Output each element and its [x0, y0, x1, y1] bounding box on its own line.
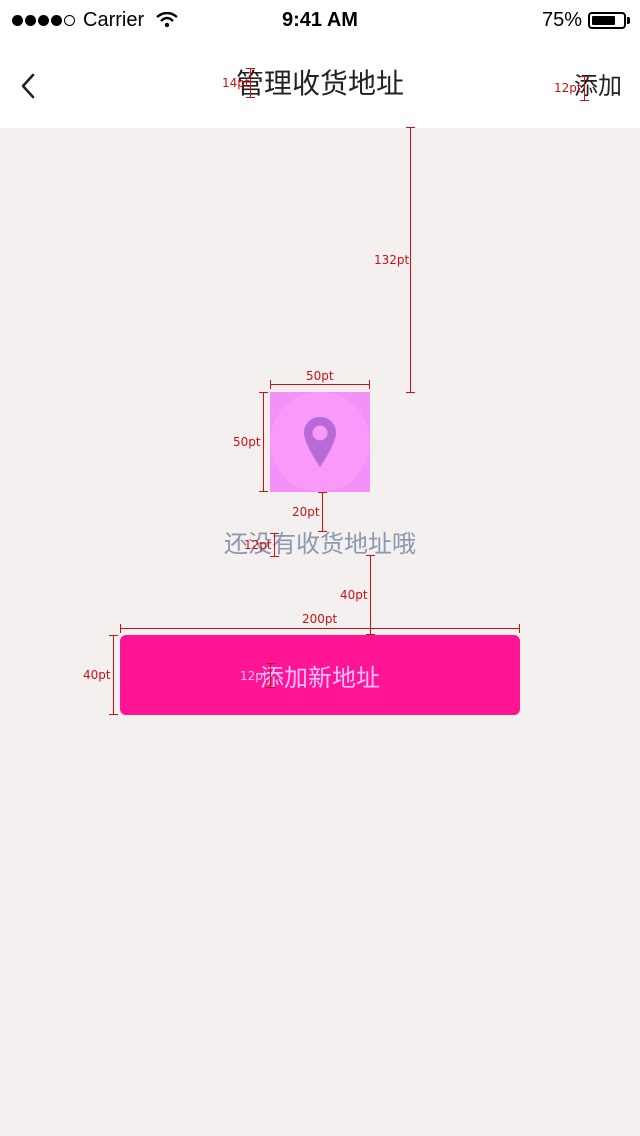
top-gap-annotation: 132pt	[374, 253, 410, 267]
battery-fill	[592, 15, 615, 25]
empty-icon-circle	[270, 392, 370, 492]
empty-state-message: 还没有收货地址哦	[224, 530, 416, 558]
chevron-left-icon	[21, 73, 35, 99]
icon-height-annotation: 50pt	[233, 435, 261, 449]
icon-width-annotation: 50pt	[306, 369, 334, 383]
measurement-annotations: 14pt 12pt 132pt 50pt 50pt 20pt 12pt 40pt…	[0, 0, 640, 1136]
text-button-gap-annotation: 40pt	[340, 588, 368, 602]
empty-state-icon	[270, 392, 370, 492]
button-width-annotation: 200pt	[302, 612, 338, 626]
icon-text-gap-annotation: 20pt	[292, 505, 320, 519]
back-button[interactable]	[12, 68, 44, 104]
status-right: 75%	[542, 6, 630, 34]
add-new-address-button[interactable]: 添加新地址	[120, 635, 520, 715]
nav-bar: 管理收货地址 添加	[0, 40, 640, 128]
page-title: 管理收货地址	[235, 67, 404, 100]
status-bar: Carrier 9:41 AM 75%	[0, 0, 640, 40]
battery-icon	[588, 11, 626, 29]
battery-tip	[627, 16, 630, 24]
add-link[interactable]: 添加	[574, 68, 622, 104]
button-height-annotation: 40pt	[83, 668, 111, 682]
location-pin-icon	[304, 417, 336, 467]
battery-percent: 75%	[541, 8, 582, 31]
